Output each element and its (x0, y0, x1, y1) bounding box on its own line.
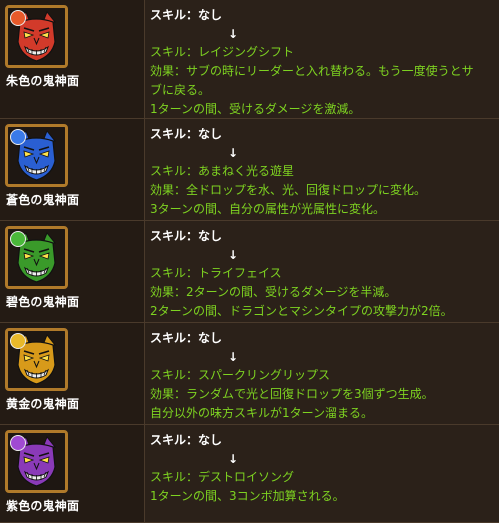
table-row: 紫色の鬼神面 スキル：なし ↓ スキル：デストロイソング 1ターンの間、3コンボ加算され… (0, 425, 499, 523)
before-skill-text: スキル：なし (150, 433, 223, 447)
skill-effect-line: 効果：2ターンの間、受けるダメージを半減。 (150, 285, 397, 299)
skill-effect-line: 自分以外の味方スキルが1ターン溜まる。 (150, 406, 374, 420)
before-skill-text: スキル：なし (150, 229, 223, 243)
attribute-badge-icon (10, 333, 26, 349)
new-skill-name: スキル：トライフェイス (150, 266, 282, 280)
down-arrow-icon: ↓ (228, 248, 239, 262)
monster-name: 蒼色の鬼神面 (6, 193, 80, 207)
skill-effect-line: 1ターンの間、受けるダメージを激減。 (150, 102, 361, 116)
monster-cell: 朱色の鬼神面 (0, 0, 145, 118)
skill-effect-line: 効果：全ドロップを水、光、回復ドロップに変化。 (150, 183, 427, 197)
skill-effect-line: 効果：サブの時にリーダーと入れ替わる。もう一度使うとサ (150, 64, 474, 78)
new-skill-name: スキル：スパークリングリップス (150, 368, 331, 382)
down-arrow-icon: ↓ (228, 27, 239, 41)
down-arrow-icon: ↓ (228, 452, 239, 466)
attribute-badge-icon (10, 231, 26, 247)
monster-cell: 碧色の鬼神面 (0, 221, 145, 322)
new-skill-name: スキル：デストロイソング (150, 470, 295, 484)
skill-effect-line: 3ターンの間、自分の属性が光属性に変化。 (150, 202, 386, 216)
attribute-badge-icon (10, 129, 26, 145)
monster-cell: 黄金の鬼神面 (0, 323, 145, 424)
before-skill-text: スキル：なし (150, 127, 223, 141)
new-skill-name: スキル：あまねく光る遊星 (150, 164, 295, 178)
monster-icon[interactable] (5, 328, 68, 391)
attribute-badge-icon (10, 10, 26, 26)
table-row: 碧色の鬼神面 スキル：なし ↓ スキル：トライフェイス効果：2ターンの間、受けるダメー… (0, 221, 499, 323)
down-arrow-icon: ↓ (228, 146, 239, 160)
monster-name: 朱色の鬼神面 (6, 74, 80, 88)
skill-cell: スキル：なし ↓ スキル：スパークリングリップス効果：ランダムで光と回復ドロップを3… (150, 329, 495, 423)
skill-cell: スキル：なし ↓ スキル：あまねく光る遊星効果：全ドロップを水、光、回復ドロップに変… (150, 125, 495, 219)
skill-table: 朱色の鬼神面 スキル：なし ↓ スキル：レイジングシフト 効果：サブの時にリーダーと入れ… (0, 0, 499, 523)
attribute-badge-icon (10, 435, 26, 451)
monster-name: 碧色の鬼神面 (6, 295, 80, 309)
monster-cell: 紫色の鬼神面 (0, 425, 145, 522)
monster-cell: 蒼色の鬼神面 (0, 119, 145, 220)
monster-icon[interactable] (5, 430, 68, 493)
table-row: 朱色の鬼神面 スキル：なし ↓ スキル：レイジングシフト効果：サブの時にリーダーと入れ… (0, 0, 499, 119)
monster-icon[interactable] (5, 226, 68, 289)
skill-effect-line: 2ターンの間、ドラゴンとマシンタイプの攻撃力が2倍。 (150, 304, 453, 318)
down-arrow-icon: ↓ (228, 350, 239, 364)
before-skill-text: スキル：なし (150, 8, 223, 22)
new-skill-name: スキル：レイジングシフト (150, 45, 295, 59)
monster-name: 黄金の鬼神面 (6, 397, 80, 411)
monster-icon[interactable] (5, 5, 68, 68)
monster-icon[interactable] (5, 124, 68, 187)
skill-effect-line: 1ターンの間、3コンボ加算される。 (150, 489, 345, 503)
skill-effect-line: 効果：ランダムで光と回復ドロップを3個ずつ生成。 (150, 387, 434, 401)
skill-cell: スキル：なし ↓ スキル：レイジングシフト効果：サブの時にリーダーと入れ替わる。もう… (150, 6, 495, 119)
skill-cell: スキル：なし ↓ スキル：デストロイソング 1ターンの間、3コンボ加算される。 (150, 431, 495, 506)
table-row: 黄金の鬼神面 スキル：なし ↓ スキル：スパークリングリップス効果：ランダムで光と回復… (0, 323, 499, 425)
monster-name: 紫色の鬼神面 (6, 499, 80, 513)
before-skill-text: スキル：なし (150, 331, 223, 345)
skill-effect-line: ブに戻る。 (150, 83, 211, 97)
skill-cell: スキル：なし ↓ スキル：トライフェイス効果：2ターンの間、受けるダメージを半減。 2… (150, 227, 495, 321)
table-row: 蒼色の鬼神面 スキル：なし ↓ スキル：あまねく光る遊星効果：全ドロップを水、光、回復… (0, 119, 499, 221)
